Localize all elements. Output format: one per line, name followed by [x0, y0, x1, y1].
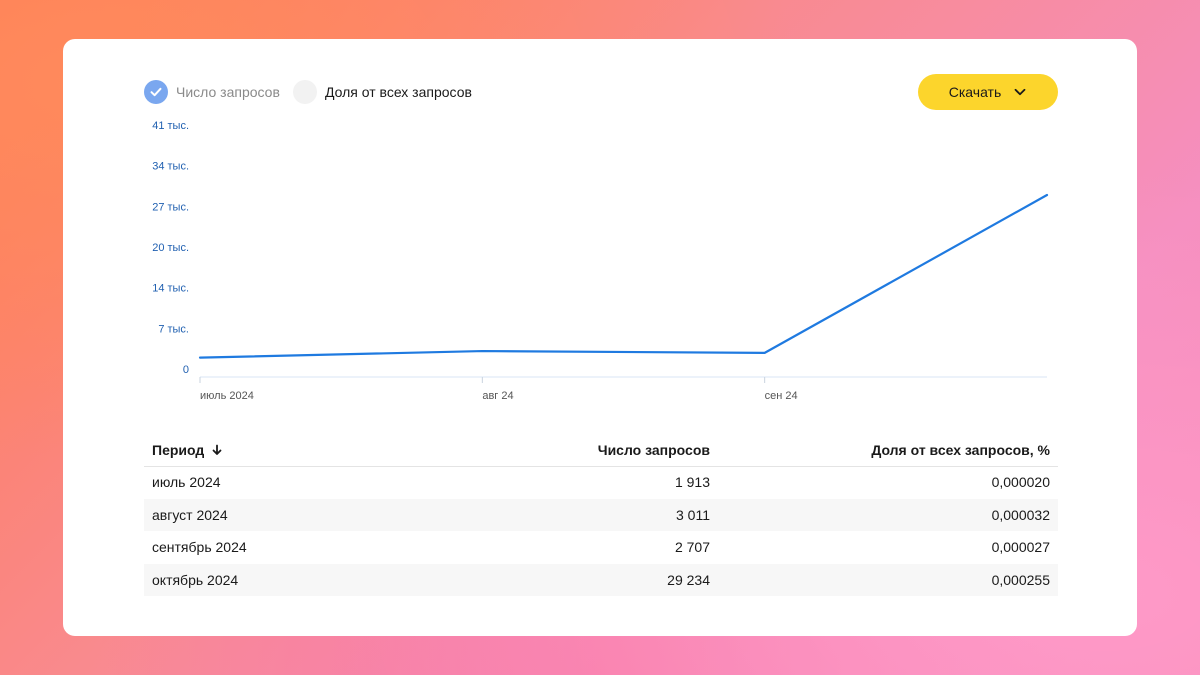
table-header: Период Число запросов Доля от всех запро…: [144, 434, 1058, 467]
table-row: сентябрь 2024 2 707 0,000027: [144, 531, 1058, 563]
y-tick-label: 20 тыс.: [152, 242, 189, 254]
cell-period: октябрь 2024: [152, 572, 239, 588]
header-share[interactable]: Доля от всех запросов, %: [710, 442, 1058, 458]
cell-count: 3 011: [676, 507, 710, 523]
x-tick-label: сен 24: [765, 390, 798, 402]
y-tick-label: 27 тыс.: [152, 201, 189, 213]
cell-count: 2 707: [674, 539, 710, 555]
line-chart: 41 тыс. 34 тыс. 27 тыс. 20 тыс. 14 тыс. 7 тыс…: [152, 120, 1049, 402]
y-tick-label: 41 тыс.: [152, 120, 189, 132]
cell-count: 29 234: [667, 572, 710, 588]
cell-period: сентябрь 2024: [152, 539, 247, 555]
y-tick-label: 7 тыс.: [158, 323, 189, 335]
arrow-down-icon: [212, 444, 222, 455]
y-tick-label: 0: [183, 364, 189, 376]
table-row: июль 2024 1 913 0,000020: [144, 466, 1058, 498]
report-card: Число запросов Доля от всех запросов Ска…: [63, 39, 1137, 636]
y-tick-label: 14 тыс.: [152, 283, 189, 295]
cell-period: август 2024: [152, 507, 228, 523]
y-tick-label: 34 тыс.: [152, 161, 189, 173]
header-period[interactable]: Период: [144, 442, 452, 458]
cell-share: 0,000027: [991, 539, 1050, 555]
cell-share: 0,000020: [991, 474, 1050, 490]
series-line-request-count: [198, 193, 1049, 359]
cell-share: 0,000032: [991, 507, 1050, 523]
table-row: октябрь 2024 29 234 0,000255: [144, 564, 1058, 596]
x-tick-label: июль 2024: [200, 390, 254, 402]
header-request-count[interactable]: Число запросов: [452, 442, 710, 458]
cell-period: июль 2024: [152, 474, 221, 490]
cell-count: 1 913: [674, 474, 710, 490]
table-row: август 2024 3 011 0,000032: [144, 499, 1058, 531]
cell-share: 0,000255: [991, 572, 1050, 588]
x-tick-label: авг 24: [482, 390, 513, 402]
